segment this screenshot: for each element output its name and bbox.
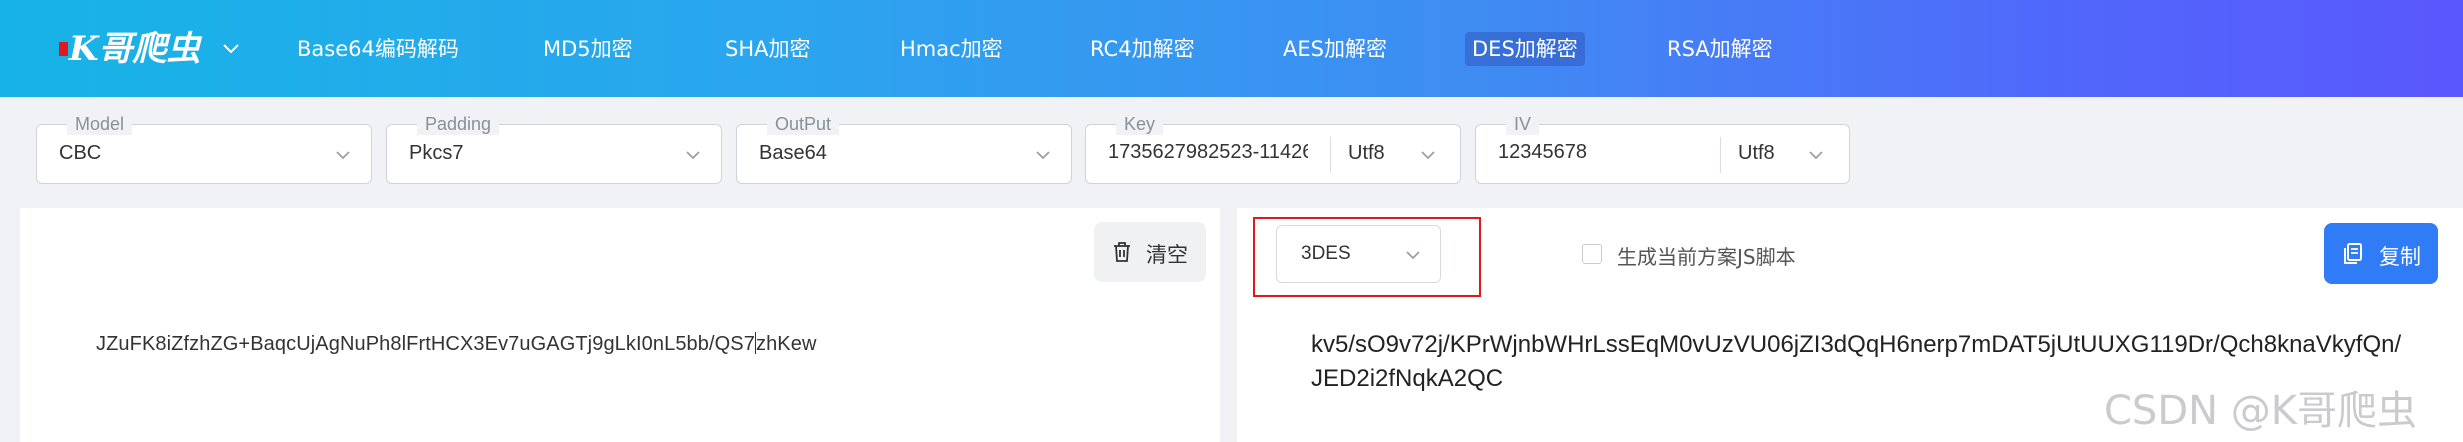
- model-label: Model: [67, 113, 133, 135]
- output-value: Base64: [759, 142, 827, 164]
- algorithm-value: 3DES: [1301, 243, 1351, 264]
- nav-item-rsa[interactable]: RSA加解密: [1660, 32, 1780, 66]
- nav-item-des[interactable]: DES加解密: [1465, 32, 1585, 66]
- output-label: OutPut: [767, 113, 840, 135]
- model-select[interactable]: Model CBC: [36, 113, 372, 184]
- nav-item-md5[interactable]: MD5加密: [536, 32, 640, 66]
- copy-icon: [2344, 243, 2362, 264]
- chevron-down-icon[interactable]: [1808, 149, 1824, 161]
- chevron-down-icon: [686, 151, 700, 160]
- chevron-down-icon: [1406, 251, 1420, 260]
- padding-select[interactable]: Padding Pkcs7: [386, 113, 722, 184]
- chevron-down-icon: [1036, 151, 1050, 160]
- nav-item-hmac[interactable]: Hmac加密: [893, 32, 1010, 66]
- nav-item-rc4[interactable]: RC4加解密: [1083, 32, 1202, 66]
- trash-icon: [1114, 242, 1130, 262]
- chevron-down-icon[interactable]: [1420, 149, 1436, 161]
- clear-label: 清空: [1146, 243, 1188, 267]
- logo-text: K哥爬虫: [68, 29, 203, 69]
- csdn-watermark: CSDN @K哥爬虫: [2104, 388, 2417, 434]
- algorithm-select[interactable]: 3DES: [1276, 225, 1441, 283]
- input-textarea[interactable]: JZuFK8iZfzhZG+BaqcUjAgNuPh8lFrtHCX3Ev7uG…: [96, 332, 817, 356]
- top-nav-bar: K哥爬虫 Base64编码解码 MD5加密 SHA加密 Hmac加密 RC4加解…: [0, 0, 2463, 97]
- iv-label: IV: [1506, 113, 1540, 135]
- output-select[interactable]: OutPut Base64: [736, 113, 1072, 184]
- key-divider: [1330, 137, 1331, 173]
- iv-field: IV Utf8: [1475, 113, 1850, 184]
- clear-button[interactable]: 清空: [1094, 222, 1206, 282]
- chevron-down-icon[interactable]: [222, 42, 240, 56]
- iv-input[interactable]: [1498, 141, 1698, 164]
- key-encoding-select[interactable]: Utf8: [1348, 142, 1385, 165]
- copy-button[interactable]: 复制: [2324, 223, 2438, 284]
- nav-item-base64[interactable]: Base64编码解码: [290, 32, 466, 66]
- copy-label: 复制: [2379, 245, 2421, 269]
- nav-item-sha[interactable]: SHA加密: [718, 32, 818, 66]
- padding-label: Padding: [417, 113, 500, 135]
- gen-script-checkbox[interactable]: [1582, 244, 1602, 264]
- k-crawler-logo[interactable]: K哥爬虫: [55, 18, 205, 78]
- logo-seal: [59, 42, 68, 56]
- key-field: Key Utf8: [1085, 113, 1461, 184]
- key-input[interactable]: [1108, 141, 1308, 164]
- iv-divider: [1720, 137, 1721, 173]
- input-text-after-caret: zhKew: [755, 333, 817, 355]
- key-label: Key: [1116, 113, 1164, 135]
- nav-item-aes[interactable]: AES加解密: [1276, 32, 1394, 66]
- input-text-before-caret: JZuFK8iZfzhZG+BaqcUjAgNuPh8lFrtHCX3Ev7uG…: [96, 333, 755, 355]
- chevron-down-icon: [336, 151, 350, 160]
- padding-value: Pkcs7: [409, 142, 464, 164]
- iv-encoding-select[interactable]: Utf8: [1738, 142, 1775, 165]
- gen-script-label[interactable]: 生成当前方案JS脚本: [1617, 241, 1796, 270]
- model-value: CBC: [59, 142, 102, 164]
- input-panel[interactable]: [20, 208, 1220, 442]
